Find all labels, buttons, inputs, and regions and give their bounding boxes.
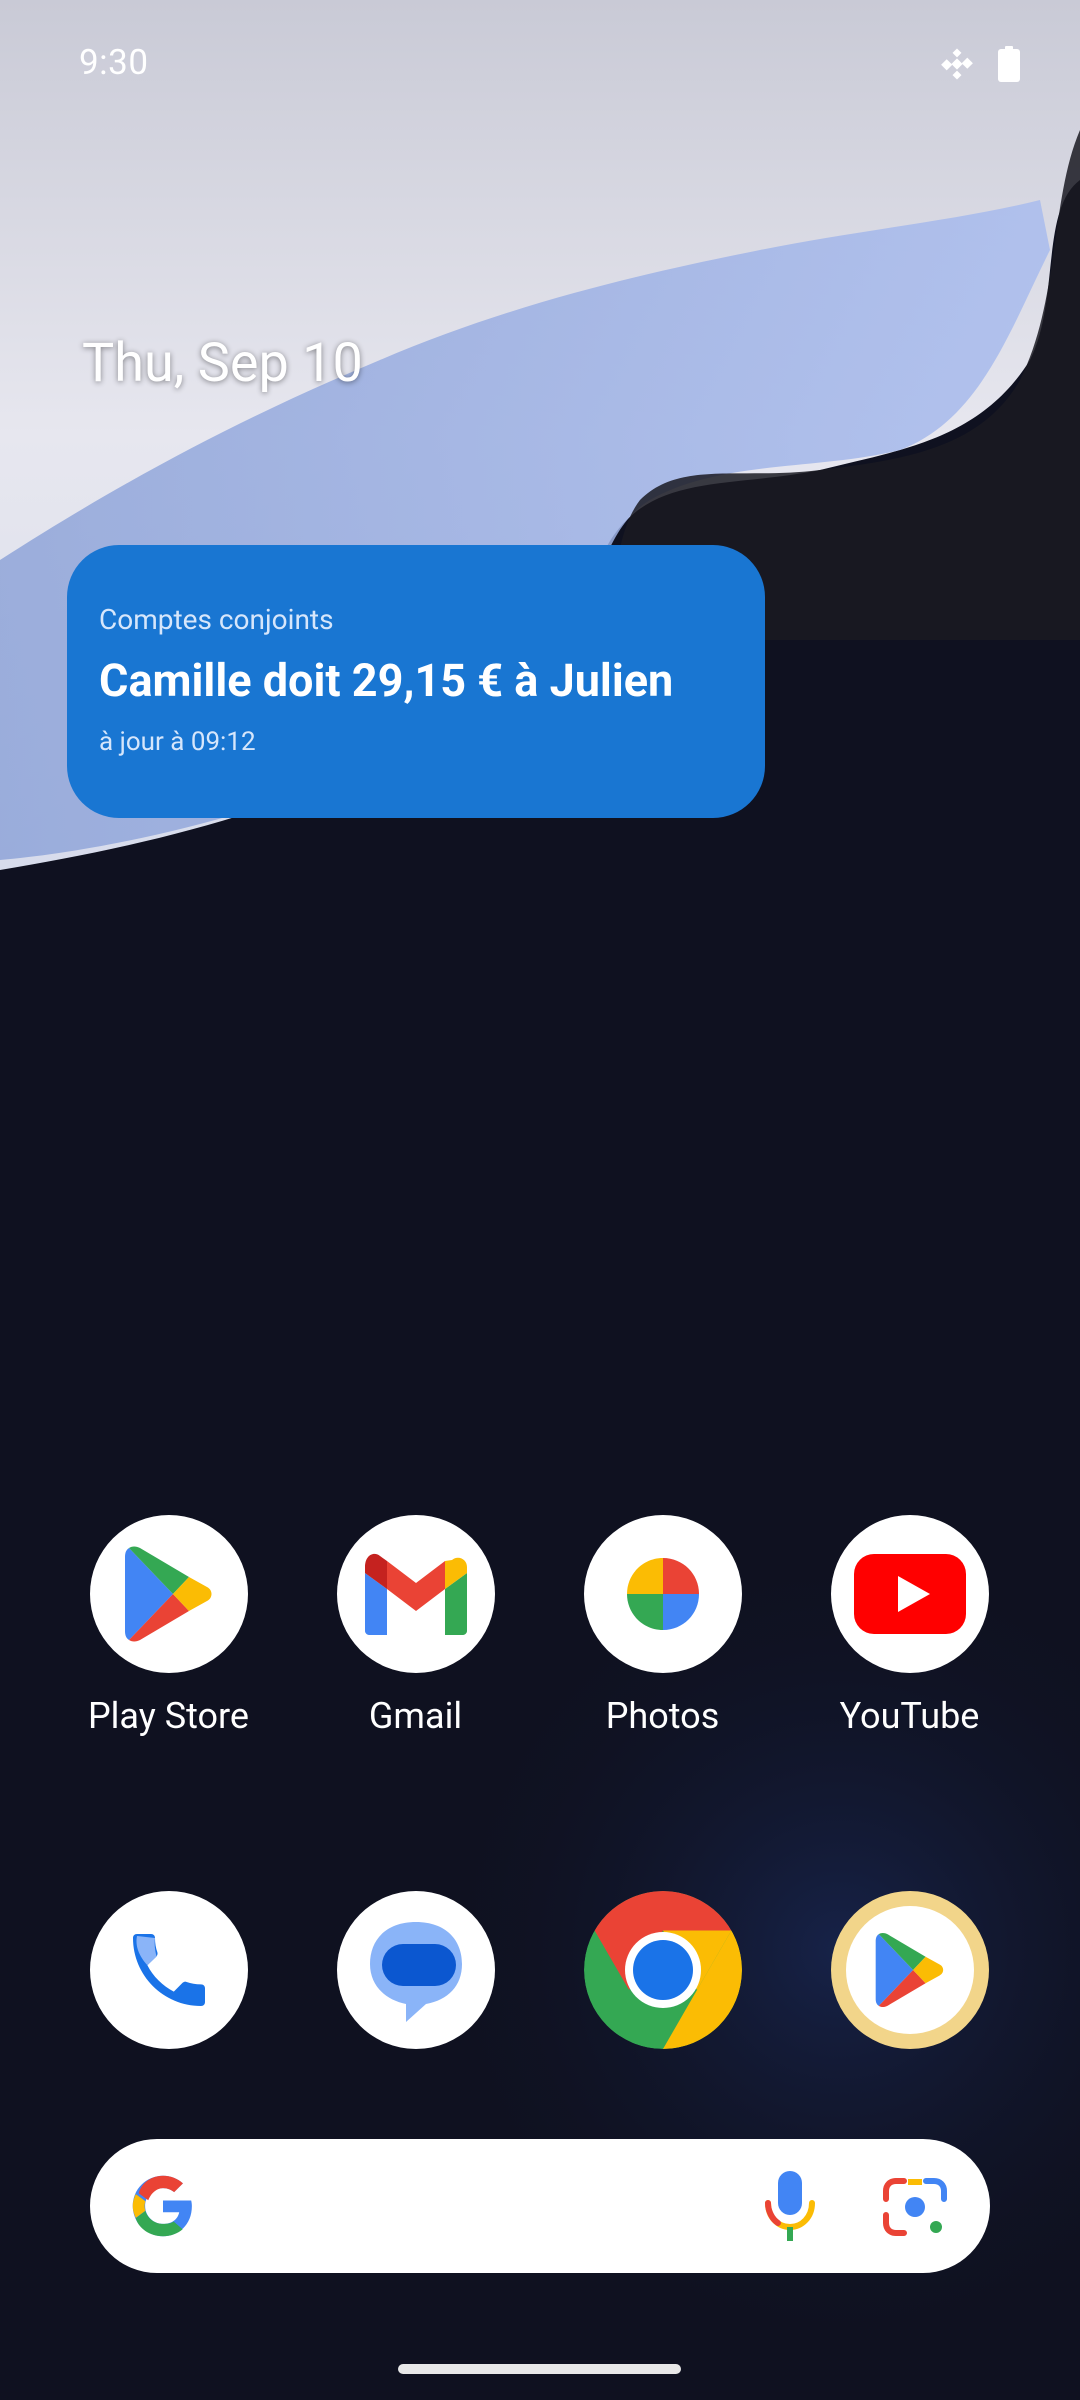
app-youtube[interactable]: YouTube bbox=[786, 1515, 1033, 1737]
microphone-icon[interactable] bbox=[762, 2169, 818, 2247]
app-label: Play Store bbox=[87, 1695, 250, 1737]
app-gmail[interactable]: Gmail bbox=[292, 1515, 539, 1737]
app-label: Photos bbox=[605, 1695, 720, 1737]
google-search-bar[interactable] bbox=[90, 2139, 990, 2273]
dock-messages[interactable] bbox=[292, 1891, 539, 2049]
status-bar: 9:30 bbox=[0, 0, 1080, 130]
chrome-icon[interactable] bbox=[583, 1891, 742, 2049]
app-photos[interactable]: Photos bbox=[539, 1515, 786, 1737]
app-label: Gmail bbox=[368, 1695, 463, 1737]
status-icons bbox=[938, 45, 1020, 87]
photos-icon[interactable] bbox=[583, 1515, 742, 1673]
widget-updated: à jour à 09:12 bbox=[99, 727, 256, 757]
messages-icon[interactable] bbox=[336, 1891, 495, 2049]
gmail-icon[interactable] bbox=[336, 1515, 495, 1673]
play-store-icon[interactable] bbox=[89, 1515, 248, 1673]
widget-balance: Camille doit 29,15 € à Julien bbox=[99, 654, 674, 707]
google-lens-icon[interactable] bbox=[882, 2175, 948, 2243]
dock-chrome[interactable] bbox=[539, 1891, 786, 2049]
app-label: YouTube bbox=[839, 1695, 980, 1737]
gesture-nav-handle[interactable] bbox=[398, 2364, 681, 2374]
dock-phone[interactable] bbox=[45, 1891, 292, 2049]
phone-icon[interactable] bbox=[89, 1891, 248, 2049]
date-display[interactable]: Thu, Sep 10 bbox=[82, 332, 363, 395]
widget-title: Comptes conjoints bbox=[99, 603, 334, 636]
balance-widget[interactable]: Comptes conjoints Camille doit 29,15 € à… bbox=[67, 545, 765, 818]
youtube-icon[interactable] bbox=[830, 1515, 989, 1673]
google-g-icon[interactable] bbox=[130, 2173, 196, 2243]
play-store-icon[interactable] bbox=[830, 1891, 989, 2049]
battery-icon bbox=[998, 46, 1020, 86]
status-time: 9:30 bbox=[79, 42, 149, 83]
dock-play-store[interactable] bbox=[786, 1891, 1033, 2049]
app-play-store[interactable]: Play Store bbox=[45, 1515, 292, 1737]
satellite-icon bbox=[938, 45, 976, 87]
